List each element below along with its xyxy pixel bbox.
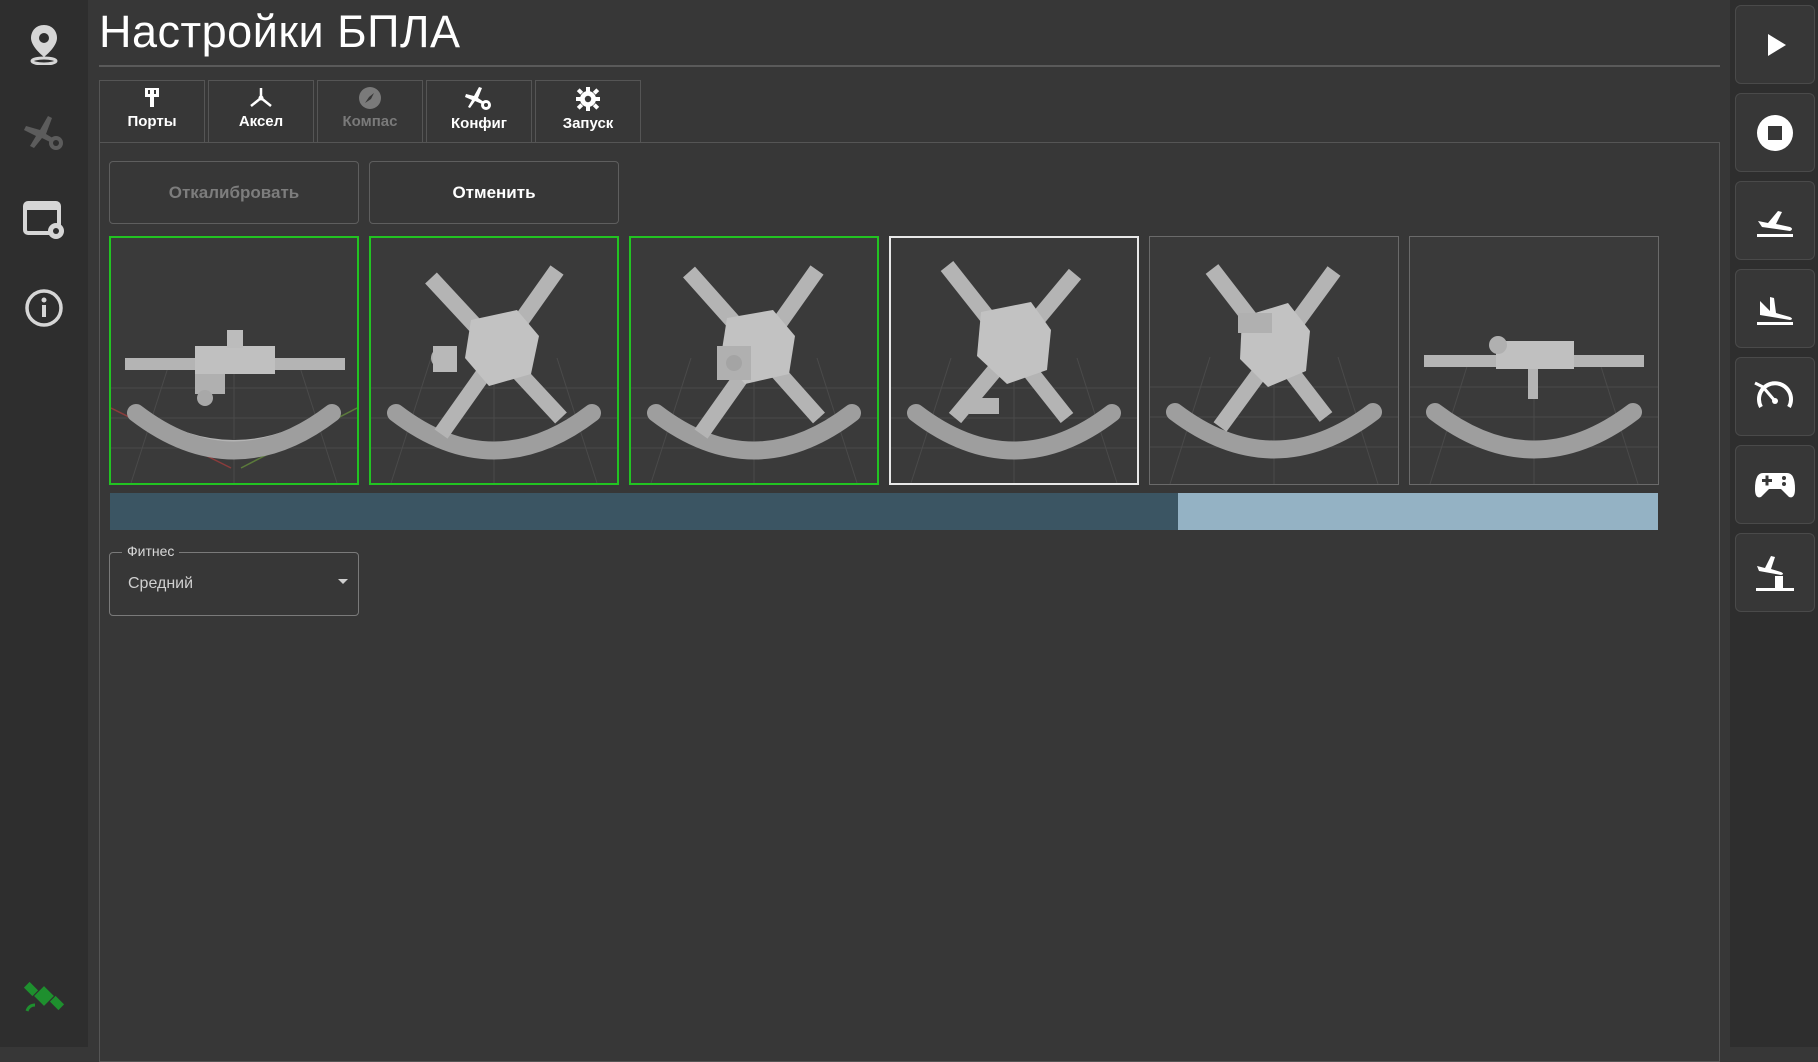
tab-label: Компас (342, 113, 398, 130)
tab-label: Аксел (238, 113, 284, 130)
fitness-label: Фитнес (122, 543, 180, 559)
left-sidebar (0, 0, 88, 1047)
gamepad-button[interactable] (1735, 445, 1815, 524)
play-icon (1768, 33, 1786, 56)
speedometer-button[interactable] (1735, 357, 1815, 436)
aircraft-settings-icon[interactable] (16, 104, 72, 160)
landing-button[interactable] (1735, 269, 1815, 348)
tab-compass[interactable]: Компас (317, 80, 423, 142)
map-pin-icon[interactable] (16, 16, 72, 72)
calibrate-button[interactable]: Откалибровать (109, 161, 359, 224)
takeoff-tower-icon (1756, 555, 1794, 591)
landing-icon (1757, 296, 1793, 325)
satellite-icon (16, 968, 72, 1024)
orientation-tile-nose-down (369, 236, 619, 485)
orientation-tile-nose-up (889, 236, 1139, 485)
speedometer-icon (1754, 380, 1793, 408)
axes-icon (250, 88, 272, 107)
title-divider (99, 65, 1720, 67)
tab-label: Порты (127, 113, 177, 130)
stop-icon (1757, 114, 1793, 151)
calibration-progress-fill (110, 493, 1179, 530)
orientation-tile-nose-down-rotated (629, 236, 879, 485)
orientation-tile-level (109, 236, 359, 485)
window-settings-icon[interactable] (16, 192, 72, 248)
takeoff-icon (1757, 210, 1793, 237)
calibration-progress-bar (110, 493, 1658, 530)
tab-accel[interactable]: Аксел (208, 80, 314, 142)
stop-button[interactable] (1735, 93, 1815, 172)
tab-launch[interactable]: Запуск (535, 80, 641, 142)
fitness-value: Средний (128, 575, 194, 592)
tab-label: Запуск (562, 115, 614, 132)
takeoff-tower-button[interactable] (1735, 533, 1815, 612)
gamepad-icon (1755, 472, 1795, 497)
page-title: Настройки БПЛА (99, 6, 461, 57)
takeoff-button[interactable] (1735, 181, 1815, 260)
orientation-tile-upside-down (1409, 236, 1659, 485)
compass-icon (359, 87, 381, 109)
chevron-down-icon (338, 579, 348, 584)
aircraft-gear-icon (465, 87, 491, 110)
cancel-button[interactable]: Отменить (369, 161, 619, 224)
fitness-select[interactable]: Фитнес Средний (109, 543, 359, 616)
tab-ports[interactable]: Порты (99, 80, 205, 142)
info-icon[interactable] (16, 280, 72, 336)
orientation-tile-nose-up-rotated (1149, 236, 1399, 485)
ports-icon (145, 88, 159, 107)
gear-icon (576, 87, 600, 111)
play-button[interactable] (1735, 5, 1815, 84)
tab-label: Конфиг (451, 115, 507, 132)
right-toolbar (1730, 0, 1818, 1047)
tab-config[interactable]: Конфиг (426, 80, 532, 142)
